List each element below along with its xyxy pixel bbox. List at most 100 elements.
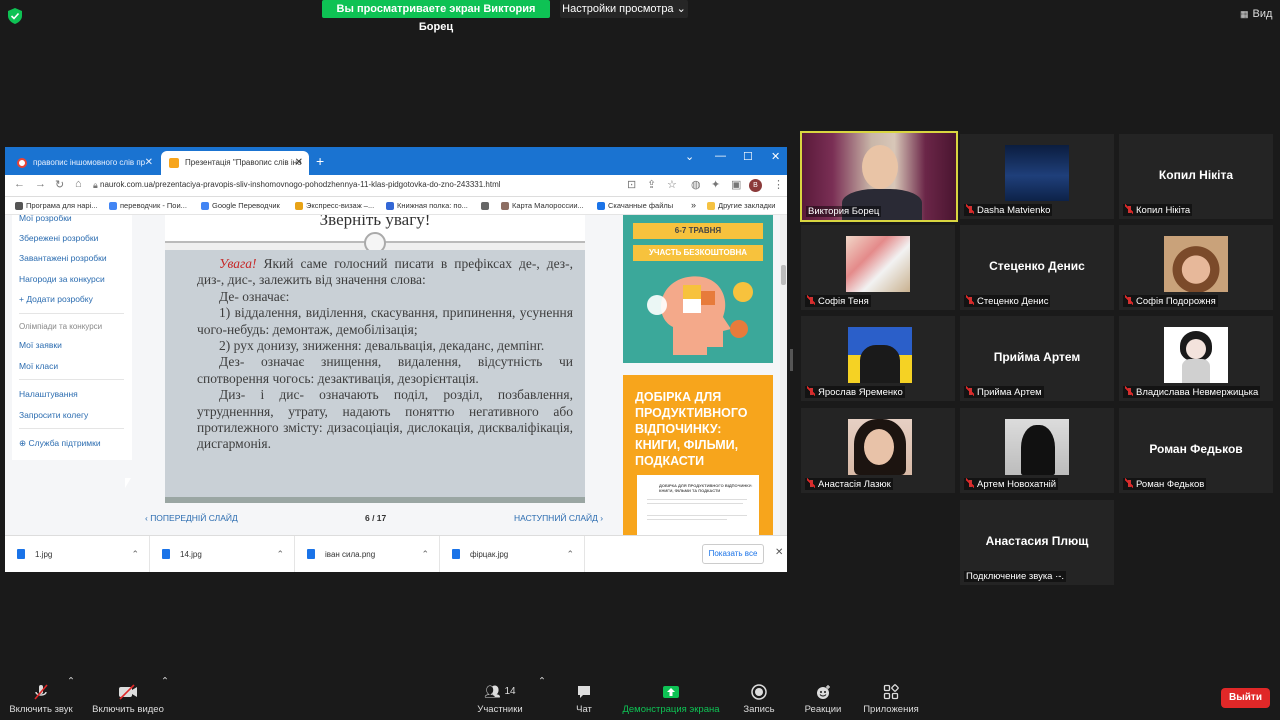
menu-saved[interactable]: Збережені розробки xyxy=(19,233,98,243)
screen-share-banner: Вы просматриваете экран Виктория Борец xyxy=(322,0,550,33)
promo-banner-collection[interactable]: ДОБІРКА ДЛЯ ПРОДУКТИВНОГО ВІДПОЧИНКУ: КН… xyxy=(623,375,773,535)
reactions-button[interactable]: Реакции xyxy=(801,676,845,720)
participant-name-label: Стеценко Денис xyxy=(964,295,1051,307)
participant-tile[interactable]: Артем Новохатній xyxy=(960,408,1114,493)
install-icon[interactable]: ⊡ xyxy=(627,178,636,191)
chat-button[interactable]: Чат xyxy=(568,676,600,720)
menu-my-works[interactable]: Мої розробки xyxy=(19,215,72,223)
bookmark-item[interactable]: Книжная полка: по... xyxy=(386,201,468,210)
next-slide-link[interactable]: НАСТУПНИЙ СЛАЙД › xyxy=(514,513,603,523)
share-screen-button[interactable]: Демонстрация экрана xyxy=(620,676,722,720)
chevron-up-icon[interactable]: ⌃ xyxy=(276,536,284,572)
participant-display-name: Стеценко Денис xyxy=(989,259,1085,273)
menu-add-work[interactable]: + Додати розробку xyxy=(19,294,93,304)
sidebar-icon[interactable]: ▣ xyxy=(731,178,741,191)
bookmark-item[interactable]: Скачанные файлы xyxy=(597,201,673,210)
bookmark-item[interactable]: переводчик - Пои... xyxy=(109,201,187,210)
close-downloads-icon[interactable]: ✕ xyxy=(775,547,783,558)
menu-downloaded[interactable]: Завантажені розробки xyxy=(19,253,107,263)
participant-tile-speaker[interactable]: Виктория Борец xyxy=(800,131,958,222)
menu-awards[interactable]: Нагороди за конкурси xyxy=(19,274,105,284)
face-shape xyxy=(864,429,894,465)
minimize-icon[interactable]: — xyxy=(715,150,726,162)
home-icon[interactable]: ⌂ xyxy=(75,178,82,190)
star-icon[interactable]: ☆ xyxy=(667,178,677,191)
menu-support[interactable]: ⊕ Служба підтримки xyxy=(19,438,101,449)
menu-my-applications[interactable]: Мої заявки xyxy=(19,340,62,350)
chevron-up-icon[interactable]: ⌃ xyxy=(421,536,429,572)
participant-tile[interactable]: Софія Подорожня xyxy=(1119,225,1273,310)
mic-muted-icon xyxy=(966,386,974,396)
new-tab-button[interactable]: + xyxy=(316,153,324,169)
maximize-icon[interactable]: ☐ xyxy=(743,150,753,163)
globe-icon[interactable]: ◍ xyxy=(691,178,701,191)
bookmark-item[interactable]: Карта Малороссии... xyxy=(501,201,584,210)
chevron-up-icon[interactable]: ⌃ xyxy=(566,536,574,572)
tab-search-icon[interactable]: ⌄ xyxy=(685,150,694,163)
url-input[interactable]: naurok.com.ua/prezentaciya-pravopis-sliv… xyxy=(100,180,501,189)
participant-photo xyxy=(1005,419,1069,475)
participant-tile[interactable]: Ярослав Яременко xyxy=(801,316,955,401)
back-icon[interactable]: ← xyxy=(14,178,25,190)
bookmark-folder[interactable]: Другие закладки xyxy=(707,201,775,210)
leave-meeting-button[interactable]: Выйти xyxy=(1221,688,1270,708)
more-bookmarks[interactable]: » xyxy=(691,200,696,210)
unmute-audio-button[interactable]: Включить звук xyxy=(6,676,76,720)
bookmark-item[interactable]: Програма для нарі... xyxy=(15,201,98,210)
bookmark-item[interactable]: Экспресс-визаж –... xyxy=(295,201,374,210)
participant-tile[interactable]: Софія Теня xyxy=(801,225,955,310)
lock-icon[interactable]: 🔒︎ xyxy=(93,180,98,191)
bookmark-item[interactable]: Google Переводчик xyxy=(201,201,280,210)
promo-free: УЧАСТЬ БЕЗКОШТОВНА xyxy=(633,245,763,261)
participant-name-label: Копил Нікіта xyxy=(1123,204,1193,216)
participant-tile[interactable]: Копил Нікіта Копил Нікіта xyxy=(1119,134,1273,219)
page-scrollbar-thumb[interactable] xyxy=(781,265,786,285)
menu-invite[interactable]: Запросити колегу xyxy=(19,410,88,420)
view-options-dropdown[interactable]: Настройки просмотра ⌄ xyxy=(560,0,688,18)
close-tab-icon[interactable]: ✕ xyxy=(295,151,303,175)
download-filename: 14.jpg xyxy=(180,550,202,559)
audio-options-caret-icon[interactable]: ⌃ xyxy=(67,676,75,720)
panel-splitter[interactable] xyxy=(790,349,793,371)
browser-tab-naurok[interactable]: Презентація "Правопис слів іно ✕ xyxy=(161,151,309,175)
reload-icon[interactable]: ↻ xyxy=(55,178,64,191)
close-tab-icon[interactable]: ✕ xyxy=(145,151,153,175)
promo-banner-olympiad[interactable]: 6-7 ТРАВНЯ УЧАСТЬ БЕЗКОШТОВНА xyxy=(623,215,773,363)
download-item[interactable]: фірцак.jpg ⌃ xyxy=(440,536,585,572)
menu-settings[interactable]: Налаштування xyxy=(19,389,78,399)
slide-paragraph: Дез- означає знищення, видалення, відсут… xyxy=(197,354,573,386)
prev-slide-link[interactable]: ‹ ПОПЕРЕДНІЙ СЛАЙД xyxy=(145,513,238,523)
shared-screen-browser: правопис іншомовного слів пр ✕ Презентац… xyxy=(5,147,787,572)
participant-tile[interactable]: Владислава Невмержицька xyxy=(1119,316,1273,401)
profile-avatar[interactable]: B xyxy=(749,179,762,192)
browser-tab-google[interactable]: правопис іншомовного слів пр ✕ xyxy=(9,151,159,175)
participants-button[interactable]: 👥︎ 14 Участники xyxy=(474,676,526,720)
show-all-downloads-button[interactable]: Показать все xyxy=(702,544,764,564)
share-icon[interactable]: ⇪ xyxy=(647,178,656,191)
participant-tile[interactable]: Стеценко Денис Стеценко Денис xyxy=(960,225,1114,310)
download-item[interactable]: 14.jpg ⌃ xyxy=(150,536,295,572)
extensions-icon[interactable]: ✦ xyxy=(711,178,720,191)
page-scrollbar[interactable] xyxy=(780,215,787,535)
participant-audio-status: Подключение звука ·-. xyxy=(964,571,1067,582)
close-window-icon[interactable]: ✕ xyxy=(771,150,780,163)
participant-tile[interactable]: Анастасія Лазюк xyxy=(801,408,955,493)
record-button[interactable]: Запись xyxy=(740,676,778,720)
participant-tile[interactable]: Dasha Matvienko xyxy=(960,134,1114,219)
menu-my-classes[interactable]: Мої класи xyxy=(19,361,58,371)
mic-muted-icon xyxy=(966,295,974,305)
view-button[interactable]: ▦ Вид xyxy=(1240,8,1272,20)
menu-icon[interactable]: ⋮ xyxy=(773,178,784,191)
download-item[interactable]: 1.jpg ⌃ xyxy=(5,536,150,572)
apps-button[interactable]: Приложения xyxy=(858,676,924,720)
download-item[interactable]: іван сила.png ⌃ xyxy=(295,536,440,572)
participant-tile[interactable]: Прийма Артем Прийма Артем xyxy=(960,316,1114,401)
start-video-button[interactable]: Включить видео xyxy=(90,676,166,720)
security-shield-icon[interactable] xyxy=(8,8,22,24)
participant-tile[interactable]: Роман Федьков Роман Федьков xyxy=(1119,408,1273,493)
forward-icon[interactable]: → xyxy=(35,178,46,190)
video-options-caret-icon[interactable]: ⌃ xyxy=(161,676,169,720)
participants-options-caret-icon[interactable]: ⌃ xyxy=(538,676,546,720)
chevron-up-icon[interactable]: ⌃ xyxy=(131,536,139,572)
participant-tile[interactable]: Анастасия Плющ Подключение звука ·-. xyxy=(960,500,1114,585)
